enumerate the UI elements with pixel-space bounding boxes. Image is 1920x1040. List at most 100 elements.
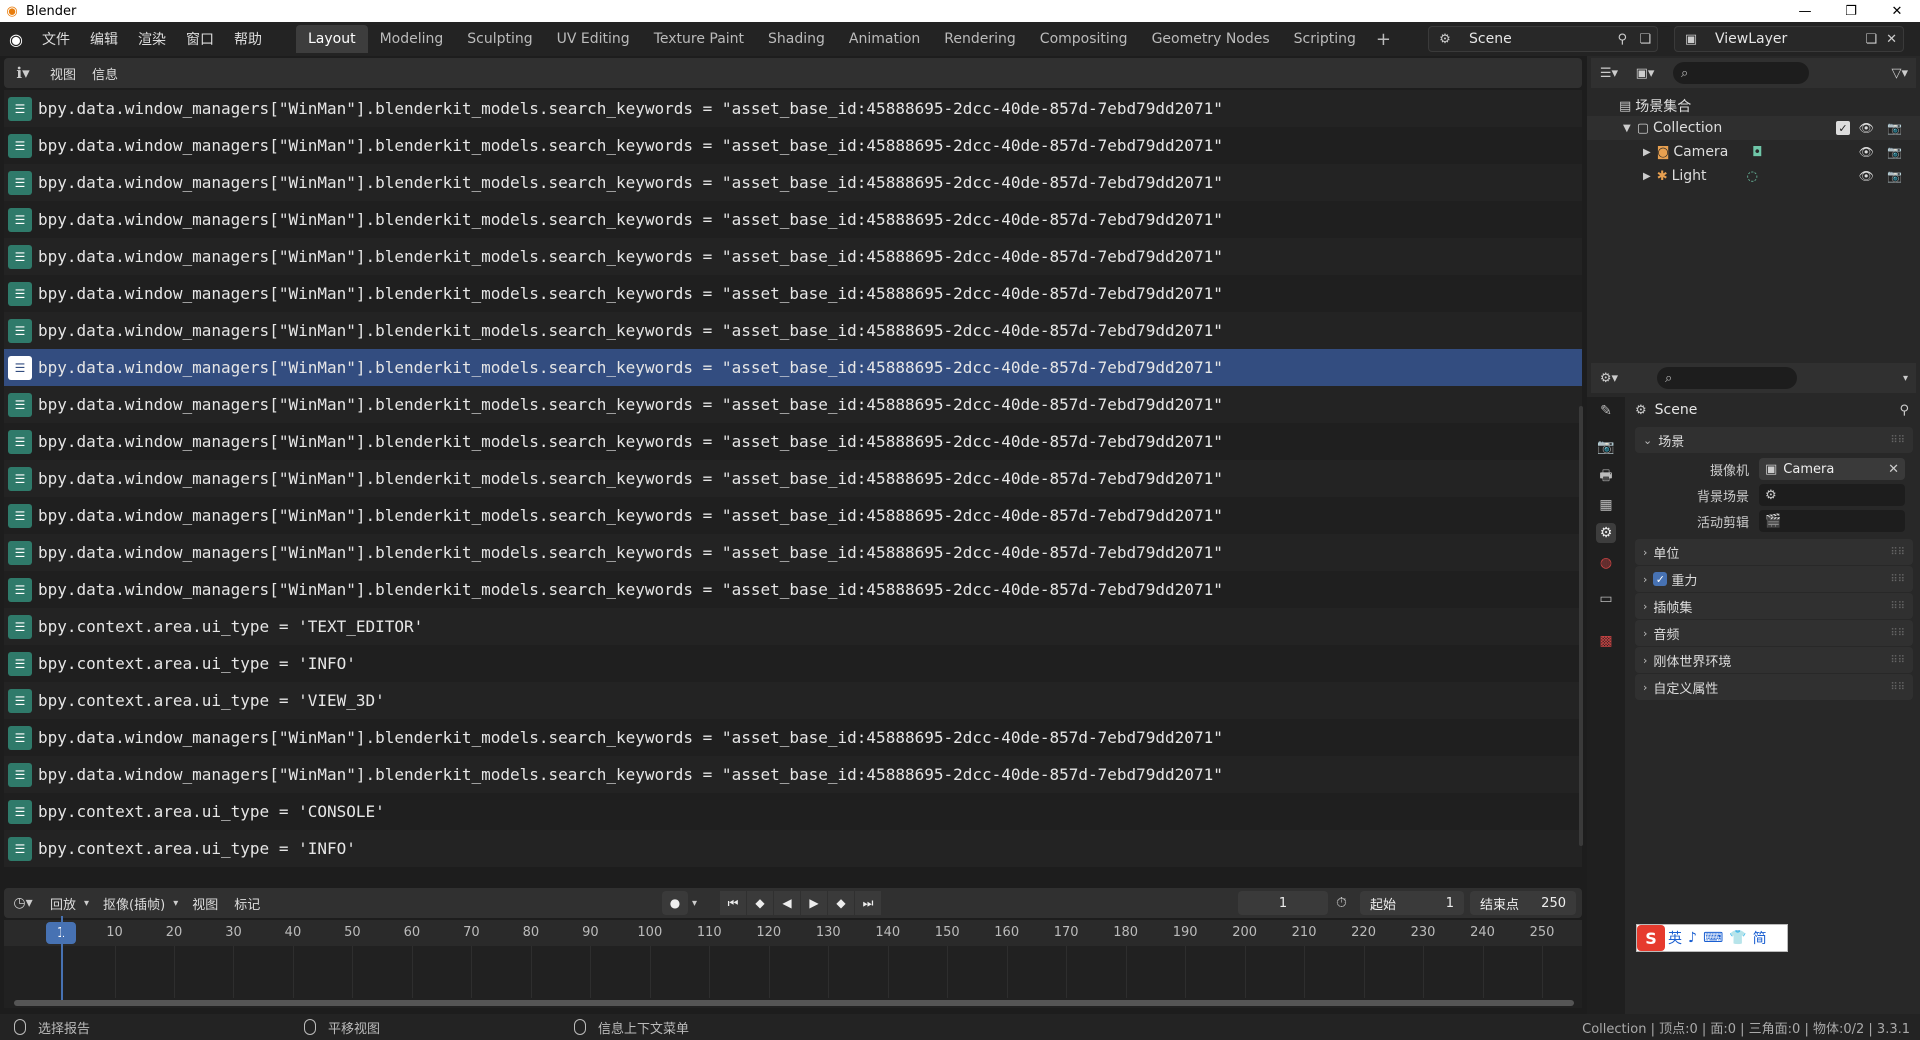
info-report-row[interactable]: ☰ bpy.data.window_managers["WinMan"].blen… [4, 719, 1582, 756]
panel-gravity[interactable]: › ✓ 重力 ⠿⠿ [1635, 566, 1913, 592]
properties-editor-type-icon[interactable]: ⚙▾ [1591, 371, 1627, 386]
render-camera-icon[interactable]: 📷 [1887, 169, 1902, 183]
ime-lang-toggle[interactable]: 英 [1665, 928, 1685, 948]
expand-arrow-icon[interactable]: ▶ [1643, 171, 1651, 182]
panel-rigid-body-world[interactable]: › 刚体世界环境 ⠿⠿ [1635, 647, 1913, 673]
new-scene-icon[interactable]: ❏ [1639, 32, 1651, 47]
timeline-track-area[interactable] [4, 916, 1582, 1008]
filter-icon[interactable]: ▽▾ [1891, 66, 1908, 81]
menu-view[interactable]: 视图 [42, 64, 84, 83]
info-report-row[interactable]: ☰ bpy.data.window_managers["WinMan"].blen… [4, 238, 1582, 275]
tab-layout[interactable]: Layout [296, 25, 368, 53]
clear-icon[interactable]: ✕ [1888, 462, 1899, 477]
new-viewlayer-icon[interactable]: ❏ [1865, 32, 1877, 47]
expand-arrow-icon[interactable]: ▼ [1623, 123, 1631, 134]
minimize-button[interactable]: — [1782, 0, 1828, 22]
panel-units[interactable]: › 单位 ⠿⠿ [1635, 539, 1913, 565]
play-reverse-button[interactable]: ◀ [774, 891, 800, 915]
panel-audio[interactable]: › 音频 ⠿⠿ [1635, 620, 1913, 646]
ime-skin-icon[interactable]: 👕 [1726, 930, 1749, 946]
eye-icon[interactable]: 👁 [1859, 169, 1874, 183]
outliner-scene-collection[interactable]: ▤ 场景集合 [1587, 94, 1920, 118]
tab-animation[interactable]: Animation [837, 25, 932, 53]
drag-grip-icon[interactable]: ⠿⠿ [1890, 655, 1905, 666]
play-button[interactable]: ▶ [801, 891, 827, 915]
start-frame-field[interactable]: 起始 1 [1360, 891, 1464, 915]
ime-voice-icon[interactable]: ♪ [1685, 930, 1700, 946]
viewlayer-selector[interactable]: ▣ ViewLayer ❏ ✕ [1674, 26, 1904, 52]
eye-icon[interactable]: 👁 [1859, 121, 1874, 135]
info-report-row[interactable]: ☰ bpy.data.window_managers["WinMan"].blen… [4, 386, 1582, 423]
drag-grip-icon[interactable]: ⠿⠿ [1890, 682, 1905, 693]
background-scene-field[interactable]: ⚙ [1759, 484, 1905, 506]
panel-custom-properties[interactable]: › 自定义属性 ⠿⠿ [1635, 674, 1913, 700]
info-report-row[interactable]: ☰ bpy.context.area.ui_type = 'INFO' [4, 830, 1582, 867]
end-frame-field[interactable]: 结束点 250 [1470, 891, 1576, 915]
pin-icon[interactable]: ⚲ [1617, 32, 1627, 47]
texture-tab-icon[interactable]: ▩ [1596, 631, 1616, 651]
record-options-icon[interactable]: ▾ [692, 898, 697, 909]
info-report-row[interactable]: ☰ bpy.data.window_managers["WinMan"].blen… [4, 534, 1582, 571]
menu-help[interactable]: 帮助 [224, 29, 272, 49]
drag-grip-icon[interactable]: ⠿⠿ [1890, 547, 1905, 558]
prev-keyframe-button[interactable]: ◆ [747, 891, 773, 915]
ime-logo-icon[interactable]: S [1637, 925, 1665, 951]
render-tab-icon[interactable]: 📷 [1596, 437, 1616, 457]
playhead[interactable] [61, 916, 63, 1000]
menu-playback[interactable]: 回放 [42, 894, 84, 913]
ime-toolbar[interactable]: S 英 ♪ ⌨ 👕 简 [1636, 924, 1788, 952]
outliner-editor-type-icon[interactable]: ☰▾ [1591, 66, 1627, 81]
camera-field[interactable]: ▣ Camera ✕ [1759, 458, 1905, 480]
exclude-checkbox[interactable]: ✓ [1836, 121, 1850, 135]
menu-edit[interactable]: 编辑 [80, 29, 128, 49]
tab-shading[interactable]: Shading [756, 25, 837, 53]
info-report-row[interactable]: ☰ bpy.data.window_managers["WinMan"].blen… [4, 90, 1582, 127]
menu-keying[interactable]: 抠像(插帧) [95, 894, 173, 913]
outliner-item-light[interactable]: ▶ ✱ Light ◌ 👁 📷 [1587, 164, 1920, 188]
drag-grip-icon[interactable]: ⠿⠿ [1890, 601, 1905, 612]
drag-grip-icon[interactable]: ⠿⠿ [1890, 628, 1905, 639]
properties-search-input[interactable]: ⌕ [1657, 367, 1797, 389]
info-report-row[interactable]: ☰ bpy.data.window_managers["WinMan"].blen… [4, 275, 1582, 312]
info-report-row[interactable]: ☰ bpy.data.window_managers["WinMan"].blen… [4, 127, 1582, 164]
info-report-row[interactable]: ☰ bpy.context.area.ui_type = 'VIEW_3D' [4, 682, 1582, 719]
remove-viewlayer-icon[interactable]: ✕ [1886, 32, 1897, 47]
outliner-item-camera[interactable]: ▶ ◙ Camera ◘ 👁 📷 [1587, 140, 1920, 164]
collection-tab-icon[interactable]: ▭ [1596, 589, 1616, 609]
menu-info[interactable]: 信息 [84, 64, 126, 83]
render-camera-icon[interactable]: 📷 [1887, 121, 1902, 135]
light-data-icon[interactable]: ◌ [1747, 169, 1758, 184]
current-frame-field[interactable]: 1 [1238, 891, 1328, 915]
pin-icon[interactable]: ⚲ [1899, 403, 1909, 418]
tool-tab-icon[interactable]: ✎ [1596, 401, 1616, 421]
blender-menu-icon[interactable]: ◉ [0, 22, 32, 56]
next-keyframe-button[interactable]: ◆ [828, 891, 854, 915]
stopwatch-icon[interactable]: ⏱ [1336, 895, 1347, 911]
info-report-row[interactable]: ☰ bpy.data.window_managers["WinMan"].blen… [4, 423, 1582, 460]
info-report-row[interactable]: ☰ bpy.data.window_managers["WinMan"].blen… [4, 497, 1582, 534]
panel-keying-sets[interactable]: › 插帧集 ⠿⠿ [1635, 593, 1913, 619]
info-report-row[interactable]: ☰ bpy.data.window_managers["WinMan"].blen… [4, 312, 1582, 349]
world-tab-icon[interactable]: ◍ [1596, 553, 1616, 573]
menu-render[interactable]: 渲染 [128, 29, 176, 49]
chevron-down-icon[interactable]: ▾ [1903, 373, 1908, 384]
render-camera-icon[interactable]: 📷 [1887, 145, 1902, 159]
info-report-row[interactable]: ☰ bpy.data.window_managers["WinMan"].blen… [4, 164, 1582, 201]
info-report-row[interactable]: ☰ bpy.data.window_managers["WinMan"].blen… [4, 201, 1582, 238]
tab-rendering[interactable]: Rendering [932, 25, 1028, 53]
menu-window[interactable]: 窗口 [176, 29, 224, 49]
output-tab-icon[interactable]: 🖶 [1596, 467, 1616, 487]
drag-grip-icon[interactable]: ⠿⠿ [1890, 574, 1905, 585]
info-report-row[interactable]: ☰ bpy.data.window_managers["WinMan"].blen… [4, 756, 1582, 793]
maximize-button[interactable]: ❐ [1828, 0, 1874, 22]
view-layer-tab-icon[interactable]: ▦ [1596, 495, 1616, 515]
info-report-row[interactable]: ☰ bpy.context.area.ui_type = 'INFO' [4, 645, 1582, 682]
drag-grip-icon[interactable]: ⠿⠿ [1890, 435, 1905, 446]
panel-scene[interactable]: ⌄ 场景 ⠿⠿ [1635, 427, 1913, 453]
info-report-row[interactable]: ☰ bpy.context.area.ui_type = 'TEXT_EDITOR… [4, 608, 1582, 645]
expand-arrow-icon[interactable]: ▶ [1643, 147, 1651, 158]
close-window-button[interactable]: ✕ [1874, 0, 1920, 22]
menu-marker[interactable]: 标记 [226, 894, 268, 913]
add-workspace-icon[interactable]: + [1368, 29, 1399, 50]
jump-end-button[interactable]: ⏭ [855, 891, 881, 915]
